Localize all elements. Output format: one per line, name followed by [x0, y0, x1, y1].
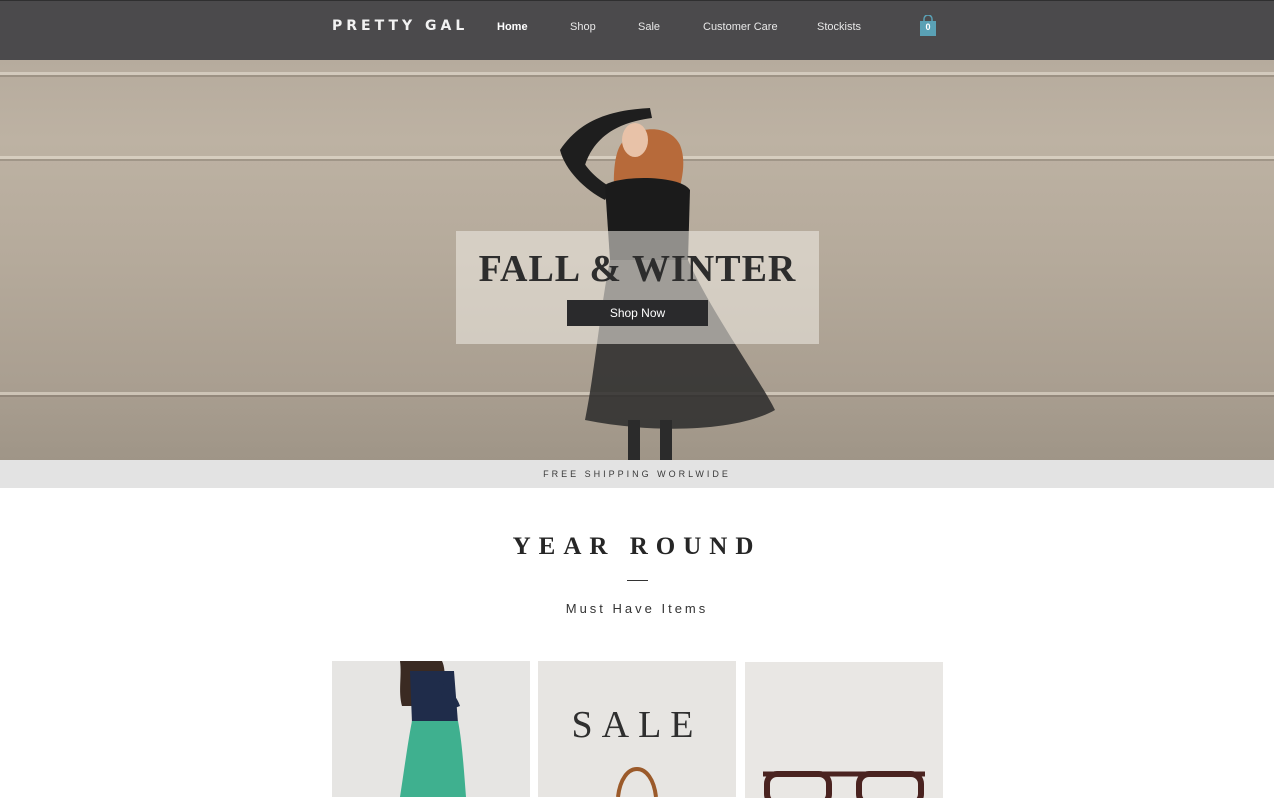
product-card-skirt[interactable]: [332, 661, 530, 797]
nav-sale[interactable]: Sale: [638, 21, 660, 33]
nav-customer-care[interactable]: Customer Care: [703, 21, 778, 33]
site-header: PRETTY GAL Home Shop Sale Customer Care …: [0, 0, 1274, 60]
shipping-text: FREE SHIPPING WORLWIDE: [543, 469, 731, 479]
hero-banner: FALL & WINTER Shop Now: [0, 60, 1274, 460]
nav-home[interactable]: Home: [497, 21, 528, 33]
wall-ledge-shadow: [0, 75, 1274, 77]
shipping-banner: FREE SHIPPING WORLWIDE: [0, 460, 1274, 488]
nav-shop[interactable]: Shop: [570, 21, 596, 33]
nav-stockists[interactable]: Stockists: [817, 21, 861, 33]
glasses-image: [763, 771, 925, 798]
hero-panel: FALL & WINTER Shop Now: [456, 231, 819, 344]
cart-count: 0: [925, 22, 931, 32]
site-logo[interactable]: PRETTY GAL: [332, 18, 468, 34]
hero-title: FALL & WINTER: [478, 248, 797, 290]
cart-button[interactable]: 0: [919, 15, 937, 37]
green-skirt-image: [400, 661, 466, 797]
product-card-sale[interactable]: SALE: [538, 661, 736, 797]
shop-now-button[interactable]: Shop Now: [567, 300, 708, 326]
section-title: YEAR ROUND: [512, 533, 762, 560]
section-divider: [627, 580, 648, 581]
handbag-image: [616, 766, 658, 797]
section-subtitle: Must Have Items: [565, 601, 709, 616]
product-card-glasses[interactable]: [745, 662, 943, 798]
